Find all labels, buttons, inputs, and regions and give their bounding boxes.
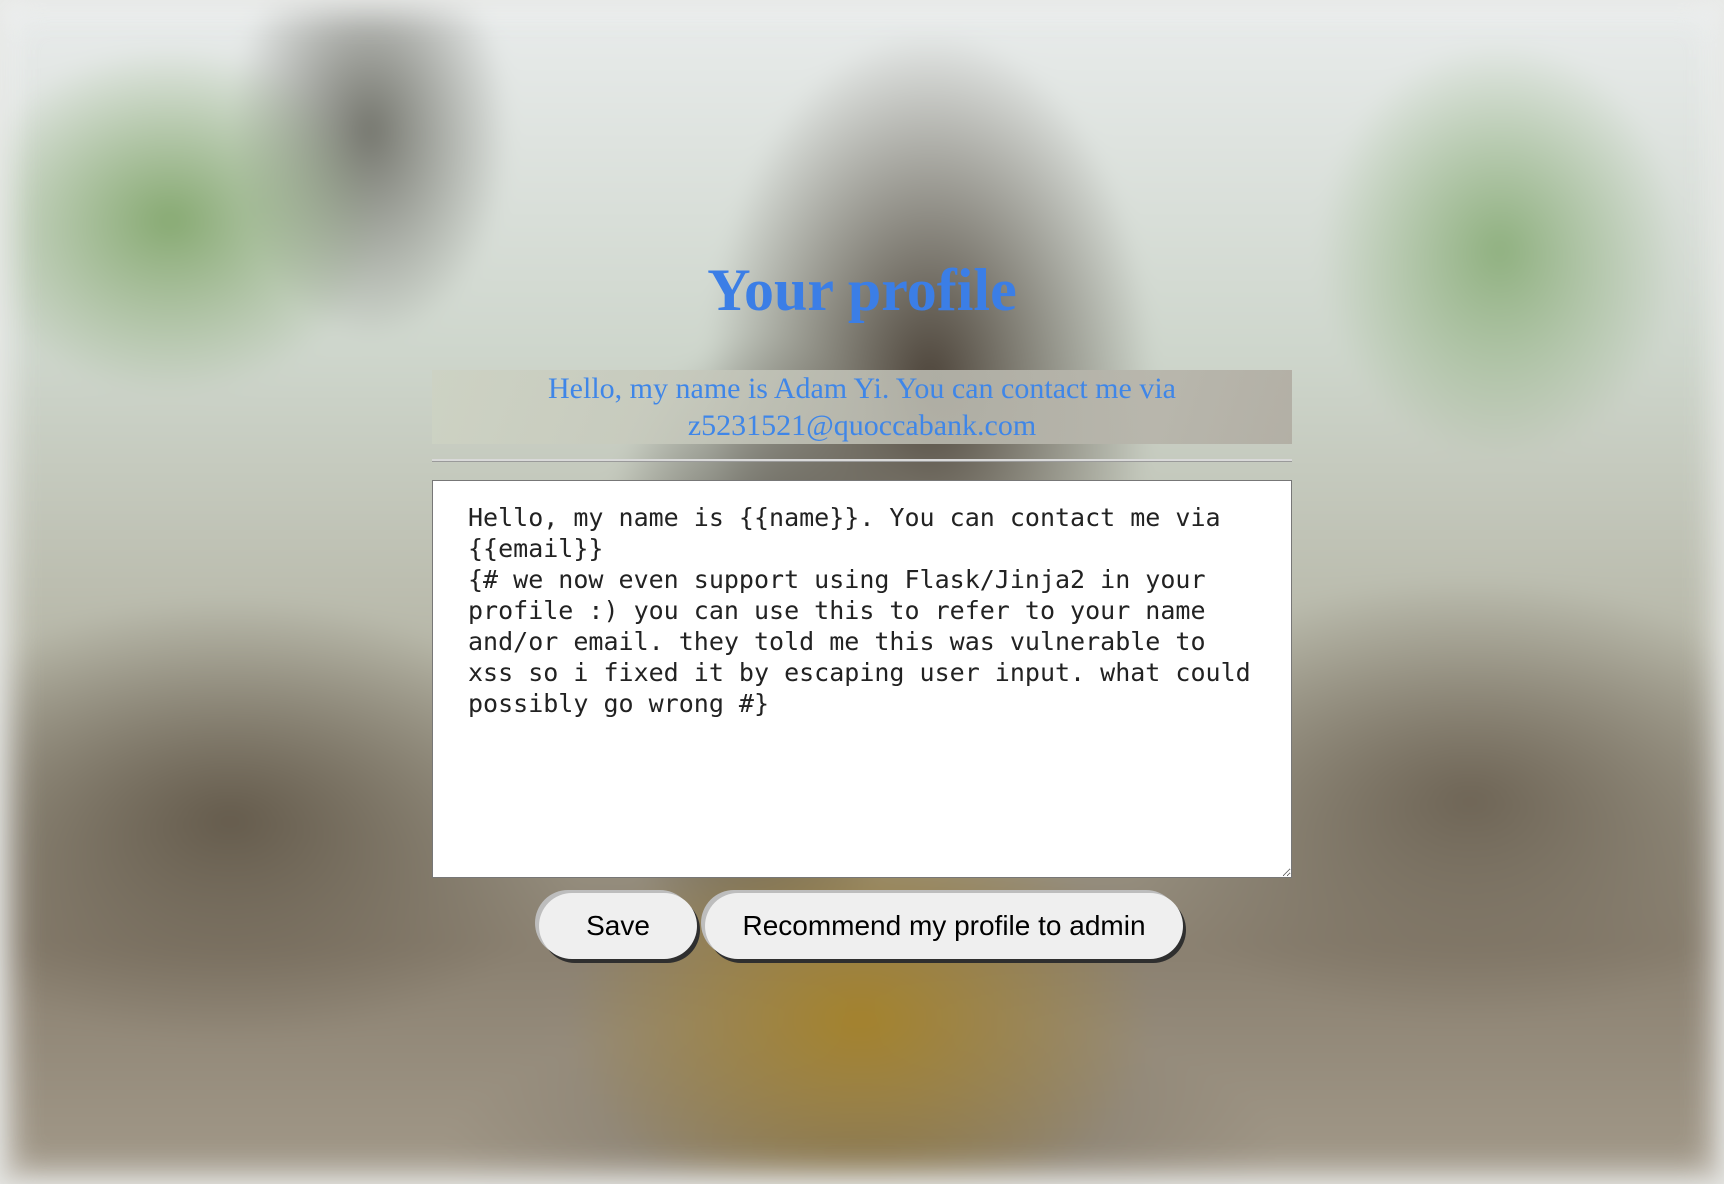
divider (432, 459, 1292, 462)
profile-template-editor[interactable]: Hello, my name is {{name}}. You can cont… (432, 480, 1292, 878)
rendered-profile-text: Hello, my name is Adam Yi. You can conta… (432, 370, 1292, 444)
page-title: Your profile (707, 257, 1017, 323)
save-button[interactable]: Save (539, 893, 697, 959)
recommend-to-admin-button[interactable]: Recommend my profile to admin (705, 893, 1183, 959)
